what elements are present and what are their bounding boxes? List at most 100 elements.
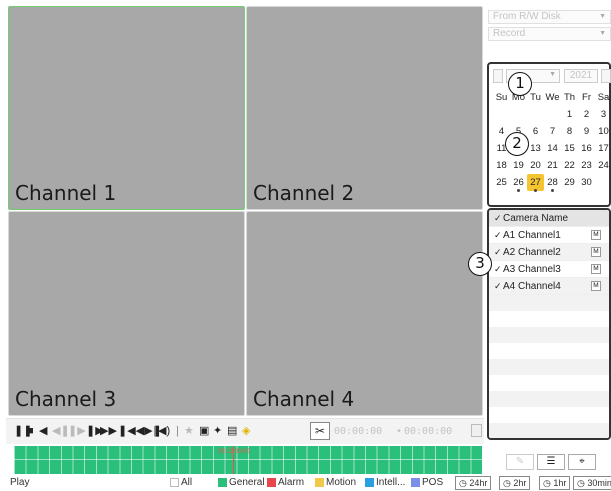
calendar-day[interactable]: 19 [510, 157, 527, 174]
calendar-day[interactable]: 28 [544, 174, 561, 192]
camera-list-header-label: Camera Name [503, 213, 569, 224]
calendar-day[interactable]: 23 [578, 157, 595, 174]
annotation-marker-2: 2 [505, 132, 529, 156]
record-mode-select[interactable]: Record ▼ [488, 27, 611, 41]
zoom-1hr-label: 1hr [553, 478, 567, 488]
calendar-day[interactable]: 1 [561, 106, 578, 123]
check-icon[interactable]: ✓ [494, 244, 502, 261]
calendar-day[interactable]: 15 [561, 140, 578, 157]
channel-4-label: Channel 4 [253, 387, 355, 411]
calendar-day[interactable]: 9 [578, 123, 595, 140]
zoom-24hr-button[interactable]: ◷ 24hr [455, 476, 492, 490]
fast-forward-icon[interactable]: ▶▶ [100, 424, 117, 438]
calendar-day[interactable]: 20 [527, 157, 544, 174]
legend-intelligent[interactable]: Intell... [365, 477, 405, 488]
reverse-play-icon[interactable]: ◀ [39, 424, 47, 438]
volume-icon[interactable]: ◀) [158, 424, 170, 438]
channel-2-label: Channel 2 [253, 181, 355, 205]
bulb-icon[interactable]: ◈ [242, 424, 250, 438]
main-stream-badge[interactable]: M [591, 264, 601, 274]
weekday-header: We [545, 92, 560, 103]
calendar-day[interactable]: 16 [578, 140, 595, 157]
source-select[interactable]: From R/W Disk ▼ [488, 10, 611, 24]
check-icon[interactable]: ✓ [494, 278, 502, 295]
weekday-header: Su [495, 92, 508, 103]
legend-intelligent-swatch[interactable] [365, 478, 374, 487]
scissors-icon: ✂ [314, 424, 326, 438]
calendar-day[interactable]: 18 [493, 157, 510, 174]
frame-icon[interactable]: ▤ [227, 424, 237, 438]
slow-forward-icon[interactable]: ❚▶ [68, 424, 86, 438]
zoom-24hr-label: 24hr [469, 478, 488, 488]
legend-alarm-swatch[interactable] [267, 478, 276, 487]
calendar-day[interactable]: 6 [527, 123, 544, 140]
empty-row [489, 407, 609, 423]
camera-row[interactable]: ✓ A2 Channel2 M [489, 244, 609, 261]
annotation-marker-3: 3 [468, 252, 492, 276]
channel-1-tile[interactable]: Channel 1 [8, 6, 245, 210]
timeline-bar[interactable]: 00:12:00:00 [14, 446, 482, 474]
legend-motion-swatch[interactable] [315, 478, 324, 487]
legend-all-checkbox[interactable] [170, 478, 179, 487]
next-month-button[interactable] [601, 69, 611, 83]
fullscreen-button[interactable]: ⌖ [568, 454, 596, 470]
calendar-day[interactable]: 3 [595, 106, 611, 123]
camera-row[interactable]: ✓ A3 Channel3 M [489, 261, 609, 278]
clip-button[interactable]: ✂ [310, 422, 330, 440]
calendar-day[interactable]: 26 [510, 174, 527, 192]
camera-row[interactable]: ✓ A4 Channel4 M [489, 278, 609, 295]
calendar-day[interactable]: 13 [527, 140, 544, 157]
calendar-day[interactable]: 30 [578, 174, 595, 191]
calendar-day[interactable]: 21 [544, 157, 561, 174]
legend-general-swatch[interactable] [218, 478, 227, 487]
check-icon[interactable]: ✓ [494, 210, 502, 227]
camera-label: A2 Channel2 [503, 247, 561, 258]
legend-motion[interactable]: Motion [315, 477, 356, 488]
calendar-day[interactable]: 10 [595, 123, 611, 140]
camera-row[interactable]: ✓ A1 Channel1 M [489, 227, 609, 244]
check-icon[interactable]: ✓ [494, 227, 502, 244]
legend-pos[interactable]: POS [411, 477, 443, 488]
channel-3-tile[interactable]: Channel 3 [8, 211, 245, 416]
calendar-day[interactable]: 2 [578, 106, 595, 123]
calendar-day[interactable]: 22 [561, 157, 578, 174]
export-button[interactable]: ✎ [506, 454, 534, 470]
zoom-30min-button[interactable]: ◷ 30min [573, 476, 611, 490]
prev-month-button[interactable] [493, 69, 503, 83]
pin-icon[interactable]: ✦ [213, 424, 222, 438]
weekday-header: Th [563, 92, 576, 103]
legend-general[interactable]: General [218, 477, 265, 488]
save-clip-button[interactable] [471, 424, 482, 437]
legend-all[interactable]: All [170, 477, 192, 488]
year-field[interactable]: 2021 [564, 69, 598, 83]
camera-label: A4 Channel4 [503, 281, 561, 292]
main-stream-badge[interactable]: M [591, 230, 601, 240]
calendar-day[interactable]: 7 [544, 123, 561, 140]
calendar-day[interactable]: 27 [527, 174, 544, 192]
legend-alarm[interactable]: Alarm [267, 477, 304, 488]
list-view-button[interactable]: ☰ [537, 454, 565, 470]
status-bar: Play All General Alarm Motion Intell... … [6, 476, 611, 491]
snapshot-icon[interactable]: ▣ [199, 424, 209, 438]
zoom-2hr-button[interactable]: ◷ 2hr [499, 476, 531, 490]
calendar-day[interactable]: 17 [595, 140, 611, 157]
camera-list-header[interactable]: ✓ Camera Name [489, 210, 609, 227]
stop-icon[interactable]: ■ [27, 424, 34, 438]
person-icon[interactable]: ★ [184, 424, 194, 438]
zoom-1hr-button[interactable]: ◷ 1hr [539, 476, 571, 490]
channel-4-tile[interactable]: Channel 4 [246, 211, 483, 416]
divider-icon: | [176, 425, 179, 437]
legend-pos-swatch[interactable] [411, 478, 420, 487]
channel-2-tile[interactable]: Channel 2 [246, 6, 483, 210]
main-stream-badge[interactable]: M [591, 281, 601, 291]
check-icon[interactable]: ✓ [494, 261, 502, 278]
camera-list-panel: ✓ Camera Name ✓ A1 Channel1 M ✓ A2 Chann… [487, 208, 611, 440]
main-stream-badge[interactable]: M [591, 247, 601, 257]
calendar-day[interactable]: 29 [561, 174, 578, 191]
calendar-day[interactable]: 14 [544, 140, 561, 157]
empty-row [489, 423, 609, 438]
calendar-day[interactable]: 25 [493, 174, 510, 191]
weekday-header: Fr [582, 92, 591, 103]
calendar-day[interactable]: 24 [595, 157, 611, 174]
calendar-day[interactable]: 8 [561, 123, 578, 140]
